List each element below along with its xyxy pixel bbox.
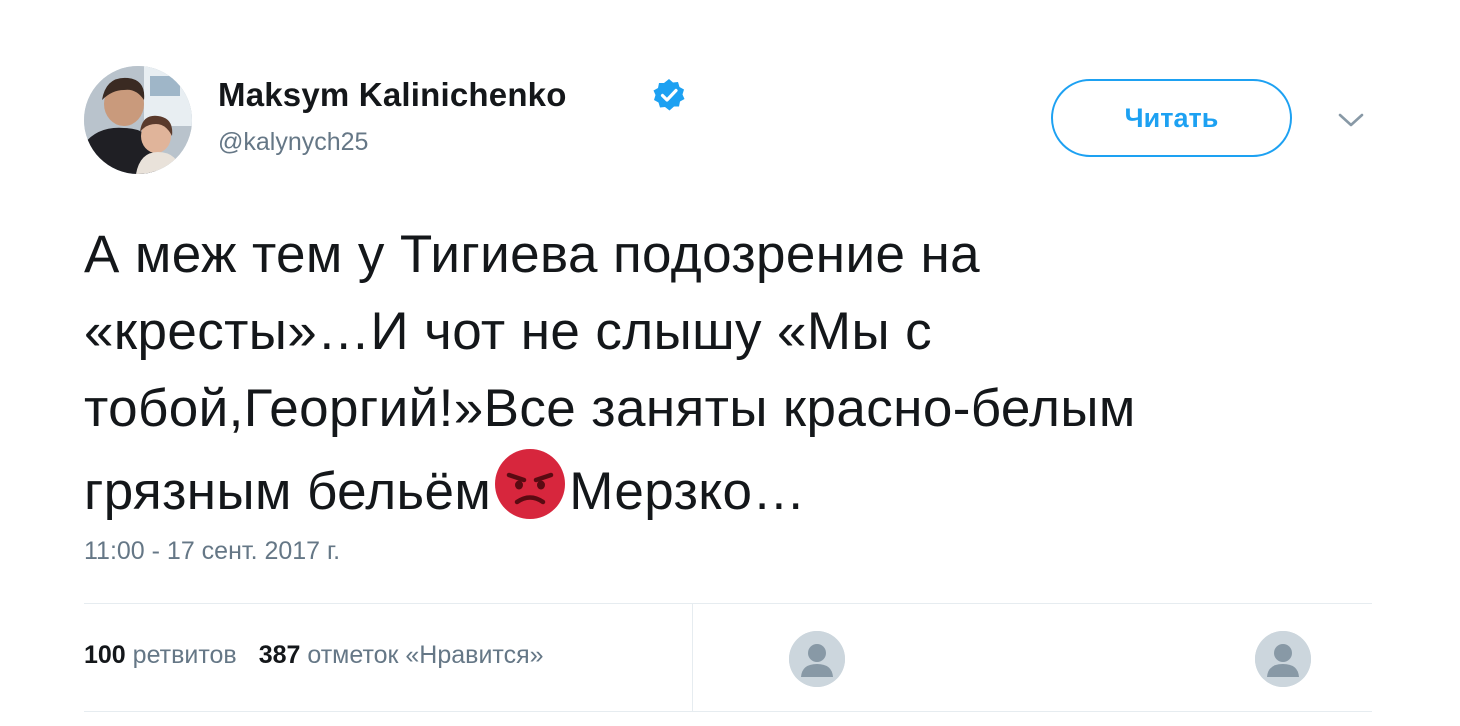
follow-button[interactable]: Читать (1051, 79, 1292, 157)
author-avatar[interactable] (84, 66, 192, 174)
liker-avatar[interactable] (789, 631, 845, 687)
angry-face-emoji-icon (495, 449, 566, 519)
author-name[interactable]: Maksym Kalinichenko (218, 76, 567, 114)
liker-avatar[interactable] (1255, 631, 1311, 687)
retweets-label: ретвитов (132, 641, 237, 669)
tweet-text-line-last: грязным бельём Мерзко… (84, 447, 1384, 530)
tweet-text-line: «кресты»…И чот не слышу «Мы с (84, 302, 932, 361)
profile-photo-icon (84, 66, 192, 174)
divider (84, 603, 1372, 604)
tweet-text-line: тобой,Георгий!»Все заняты красно-белым (84, 379, 1136, 438)
tweet-text-segment: Мерзко… (569, 462, 806, 521)
tweet-text-segment: грязным бельём (84, 462, 492, 521)
verified-badge-icon (653, 79, 685, 111)
divider (84, 711, 1372, 712)
default-avatar-icon (1255, 631, 1311, 687)
default-avatar-icon (789, 631, 845, 687)
tweet-card: Maksym Kalinichenko @kalynych25 Читать А… (0, 0, 1460, 726)
retweets-stat[interactable]: 100 ретвитов (84, 641, 237, 669)
tweet-text: А меж тем у Тигиева подозрение на «крест… (84, 216, 1384, 530)
likes-count: 387 (258, 641, 301, 669)
author-handle[interactable]: @kalynych25 (218, 128, 368, 157)
divider (692, 604, 693, 711)
chevron-down-icon[interactable] (1334, 108, 1368, 132)
tweet-text-line: А меж тем у Тигиева подозрение на (84, 225, 981, 284)
tweet-timestamp[interactable]: 11:00 - 17 сент. 2017 г. (84, 537, 340, 566)
likes-stat[interactable]: 387 отметок «Нравится» (259, 641, 544, 669)
retweets-count: 100 (84, 641, 126, 669)
likes-label: отметок «Нравится» (307, 641, 544, 669)
tweet-stats: 100 ретвитов 387 отметок «Нравится» (84, 641, 544, 670)
